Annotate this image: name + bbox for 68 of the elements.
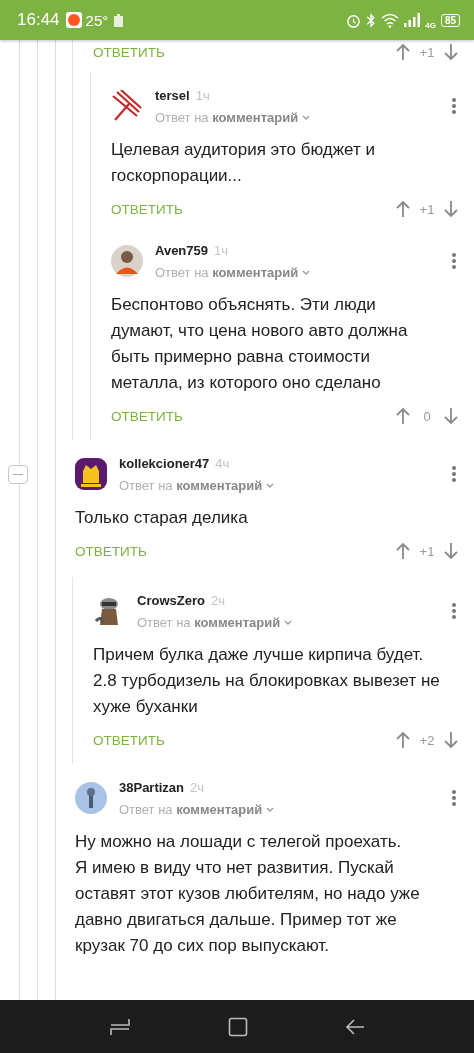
rating: +1 bbox=[418, 201, 436, 217]
avatar-icon bbox=[75, 457, 107, 490]
signal-icon bbox=[404, 13, 421, 27]
upvote-icon[interactable] bbox=[396, 200, 410, 218]
network-type: 4G bbox=[425, 21, 436, 30]
battery-saver-icon bbox=[114, 13, 124, 27]
comment-text: Ну можно на лошади с телегой проехать. Я имею в виду что нет развития. Пускай оставят этот кузов любителям, но надо уже давно двигаться дальше. Пример тот же крузак 70 до сих пор выпускают. bbox=[75, 831, 421, 957]
reply-button[interactable]: ОТВЕТИТЬ bbox=[93, 44, 165, 60]
chevron-down-icon bbox=[302, 269, 311, 276]
avatar-icon bbox=[75, 781, 107, 814]
downvote-icon[interactable] bbox=[444, 731, 458, 749]
username[interactable]: 38Partizan bbox=[119, 780, 185, 795]
more-options-icon[interactable] bbox=[452, 465, 456, 482]
chevron-down-icon bbox=[302, 114, 311, 121]
rating: +1 bbox=[418, 543, 436, 559]
upvote-icon[interactable] bbox=[396, 731, 410, 749]
reply-context[interactable]: Ответ на комментарий bbox=[119, 478, 263, 493]
upvote-icon[interactable] bbox=[396, 542, 410, 560]
comment-text: Только старая делика bbox=[75, 507, 249, 529]
more-options-icon[interactable] bbox=[452, 789, 456, 806]
timestamp: 4ч bbox=[215, 456, 230, 471]
more-options-icon[interactable] bbox=[452, 252, 456, 269]
recent-apps-icon[interactable] bbox=[108, 1016, 131, 1037]
rating: +2 bbox=[418, 732, 436, 748]
bluetooth-icon bbox=[366, 12, 377, 28]
upvote-icon[interactable] bbox=[396, 407, 410, 425]
collapse-button[interactable] bbox=[8, 465, 28, 484]
reply-button[interactable]: ОТВЕТИТЬ bbox=[111, 201, 183, 217]
home-icon[interactable] bbox=[228, 1016, 248, 1037]
username[interactable]: kollekcioner47 bbox=[119, 456, 210, 471]
rating: 0 bbox=[422, 408, 432, 424]
wifi-icon bbox=[381, 12, 400, 28]
battery-level: 85 bbox=[440, 13, 460, 27]
timestamp: 2ч bbox=[210, 593, 225, 608]
more-options-icon[interactable] bbox=[452, 602, 456, 619]
username[interactable]: CrowsZero bbox=[137, 593, 205, 608]
app-icon bbox=[65, 12, 82, 28]
downvote-icon[interactable] bbox=[444, 542, 458, 560]
clock: 16:44 bbox=[17, 10, 60, 30]
back-icon[interactable] bbox=[345, 1017, 366, 1036]
more-options-icon[interactable] bbox=[452, 97, 456, 114]
timestamp: 2ч bbox=[190, 780, 205, 795]
reply-context[interactable]: Ответ на комментарий bbox=[155, 265, 299, 280]
reply-button[interactable]: ОТВЕТИТЬ bbox=[75, 543, 147, 559]
reply-context[interactable]: Ответ на комментарий bbox=[155, 110, 299, 125]
rating: +1 bbox=[418, 44, 436, 60]
comment-text: Беспонтово объяснять. Эти люди думают, что цена нового авто должна быть примерно равна стоимости металла, из которого оно сделано bbox=[111, 294, 409, 394]
chevron-down-icon bbox=[266, 806, 275, 813]
alarm-icon bbox=[346, 12, 362, 28]
username[interactable]: Aven759 bbox=[155, 243, 208, 258]
timestamp: 1ч bbox=[195, 88, 210, 103]
avatar-icon bbox=[111, 244, 143, 277]
chevron-down-icon bbox=[284, 619, 293, 626]
reply-button[interactable]: ОТВЕТИТЬ bbox=[93, 732, 165, 748]
temperature: 25° bbox=[85, 11, 109, 29]
comment-text: Целевая аудитория это бюджет и госкорпорации... bbox=[111, 139, 376, 187]
reply-context[interactable]: Ответ на комментарий bbox=[119, 802, 263, 817]
username[interactable]: tersel bbox=[155, 88, 190, 103]
reply-context[interactable]: Ответ на комментарий bbox=[137, 615, 281, 630]
avatar-icon bbox=[111, 89, 143, 122]
downvote-icon[interactable] bbox=[444, 407, 458, 425]
upvote-icon[interactable] bbox=[396, 43, 410, 61]
comment-text: Причем булка даже лучше кирпича будет. 2.8 турбодизель на блокировках вывезет не хуже буханки bbox=[93, 644, 440, 718]
chevron-down-icon bbox=[266, 482, 275, 489]
timestamp: 1ч bbox=[214, 243, 228, 258]
downvote-icon[interactable] bbox=[444, 200, 458, 218]
reply-button[interactable]: ОТВЕТИТЬ bbox=[111, 408, 183, 424]
downvote-icon[interactable] bbox=[444, 43, 458, 61]
